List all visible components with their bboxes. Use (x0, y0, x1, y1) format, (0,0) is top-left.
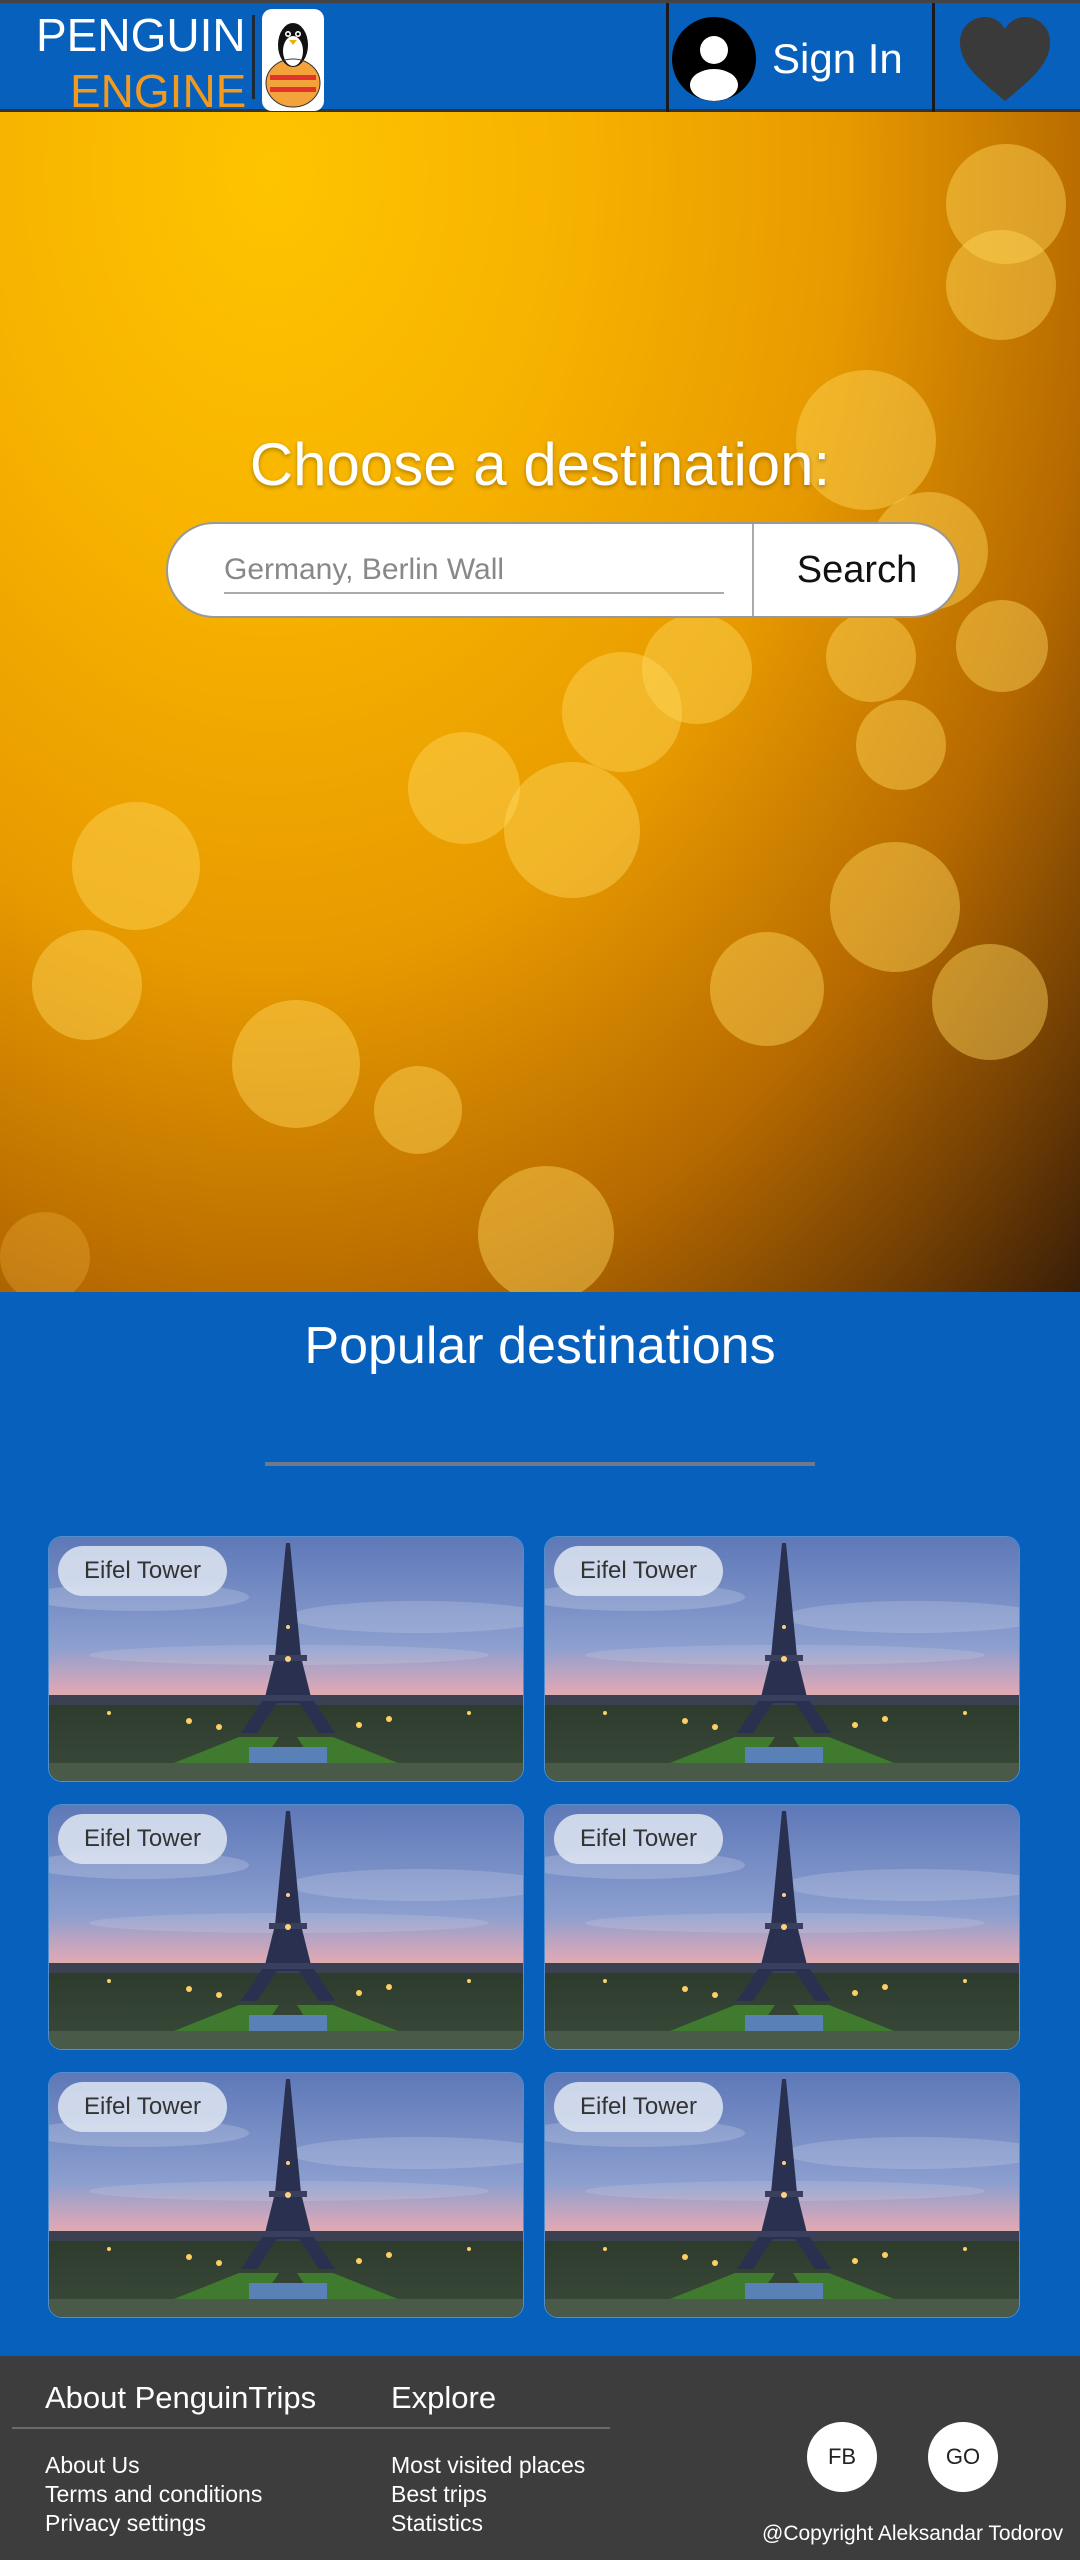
penguin-logo-icon[interactable] (262, 9, 324, 111)
hero-section: Choose a destination: Search (0, 112, 1080, 1292)
logo-line-penguin: PENGUIN (36, 9, 246, 61)
destination-card[interactable]: Eifel Tower (544, 1804, 1020, 2050)
bokeh-light (946, 230, 1056, 340)
sign-in-button[interactable]: Sign In (672, 11, 903, 107)
footer-link-about-us[interactable]: About Us (45, 2452, 140, 2479)
bokeh-light (826, 612, 916, 702)
bokeh-light (956, 600, 1048, 692)
destination-label: Eifel Tower (554, 1546, 723, 1596)
user-avatar-icon (672, 17, 756, 101)
bokeh-light (374, 1066, 462, 1154)
footer-link-privacy[interactable]: Privacy settings (45, 2510, 206, 2537)
bokeh-light (478, 1166, 614, 1292)
header-divider (932, 3, 935, 115)
destination-card[interactable]: Eifel Tower (48, 1804, 524, 2050)
logo-line-engine: ENGINE (70, 65, 247, 117)
destination-card[interactable]: Eifel Tower (544, 2072, 1020, 2318)
title-underline (265, 1462, 815, 1466)
heart-icon[interactable] (956, 15, 1054, 105)
logo-divider (252, 15, 255, 99)
footer-link-statistics[interactable]: Statistics (391, 2510, 483, 2537)
footer-heading-explore: Explore (391, 2380, 497, 2415)
destination-card[interactable]: Eifel Tower (48, 2072, 524, 2318)
destination-card[interactable]: Eifel Tower (544, 1536, 1020, 1782)
footer-link-terms[interactable]: Terms and conditions (45, 2481, 262, 2508)
top-nav-bar: PENGUIN ENGINE Sign In (0, 0, 1080, 117)
footer-heading-about: About PenguinTrips (45, 2380, 317, 2415)
destination-label: Eifel Tower (58, 1546, 227, 1596)
footer-divider (12, 2427, 610, 2429)
destination-label: Eifel Tower (554, 2082, 723, 2132)
footer-link-most-visited[interactable]: Most visited places (391, 2452, 585, 2479)
bokeh-light (32, 930, 142, 1040)
hero-title: Choose a destination: (249, 431, 831, 498)
bokeh-light (504, 762, 640, 898)
search-button[interactable]: Search (754, 524, 958, 616)
popular-destinations-section: Popular destinations Eifel Tower Eifel T… (0, 1292, 1080, 2356)
footer: About PenguinTrips Explore About Us Term… (0, 2356, 1080, 2560)
header-divider (666, 3, 669, 115)
destination-card[interactable]: Eifel Tower (48, 1536, 524, 1782)
destination-label: Eifel Tower (58, 2082, 227, 2132)
google-button[interactable]: GO (928, 2422, 998, 2492)
bokeh-light (562, 652, 682, 772)
search-input[interactable] (224, 548, 724, 594)
destination-label: Eifel Tower (58, 1814, 227, 1864)
sign-in-label: Sign In (772, 35, 903, 82)
bokeh-light (710, 932, 824, 1046)
search-bar: Search (166, 522, 960, 618)
logo-text[interactable]: PENGUIN ENGINE (36, 7, 246, 119)
facebook-button[interactable]: FB (807, 2422, 877, 2492)
footer-link-best-trips[interactable]: Best trips (391, 2481, 487, 2508)
bokeh-light (232, 1000, 360, 1128)
bokeh-light (856, 700, 946, 790)
bokeh-light (72, 802, 200, 930)
destination-label: Eifel Tower (554, 1814, 723, 1864)
bokeh-light (0, 1212, 90, 1292)
bokeh-light (830, 842, 960, 972)
copyright-text: @Copyright Aleksandar Todorov (762, 2522, 1064, 2545)
bokeh-light (932, 944, 1048, 1060)
section-title: Popular destinations (304, 1317, 776, 1375)
